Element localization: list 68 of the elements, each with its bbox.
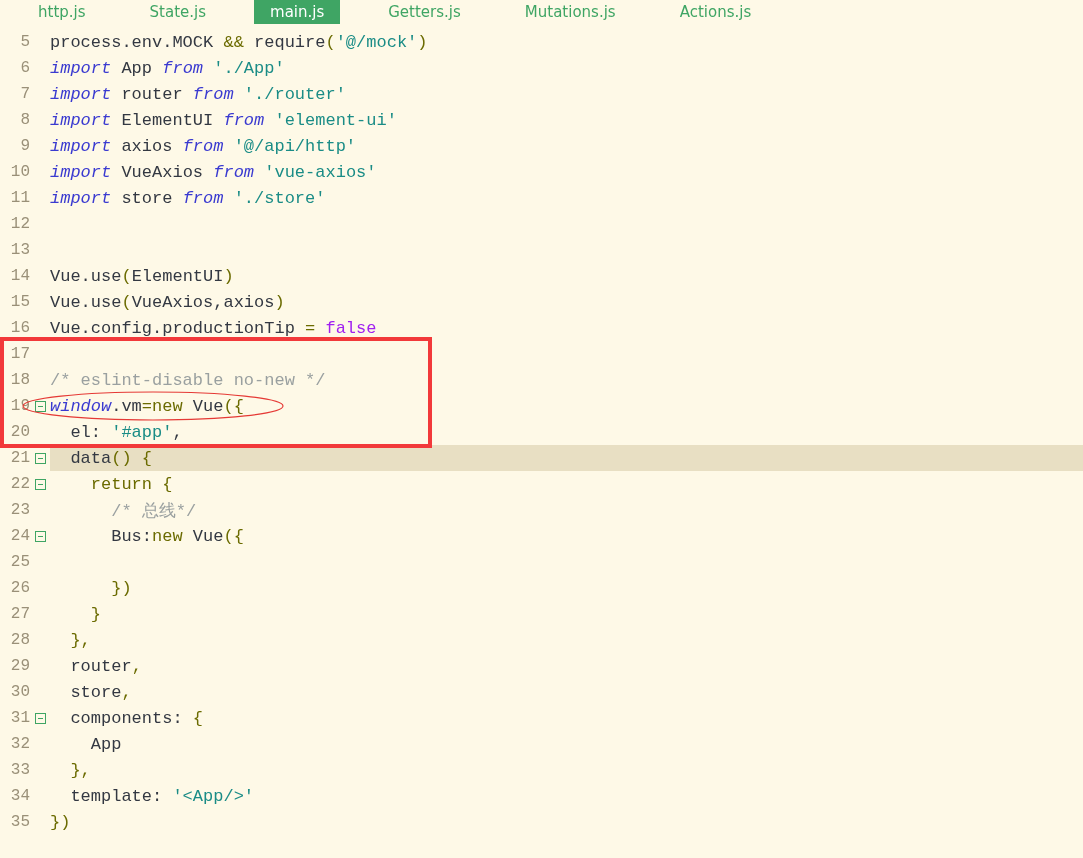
code-line: return { xyxy=(89,474,173,494)
line-number: 14 xyxy=(9,267,30,285)
line-number: 9 xyxy=(19,137,30,155)
file-tab[interactable]: Actions.js xyxy=(663,0,768,24)
code-line: } xyxy=(89,604,101,624)
code-line: import router from './router' xyxy=(50,84,346,104)
line-number: 20 xyxy=(9,423,30,441)
line-number: 5 xyxy=(19,33,30,51)
line-number: 30 xyxy=(9,683,30,701)
line-number: 34 xyxy=(9,787,30,805)
file-tab[interactable]: main.js xyxy=(254,0,341,24)
line-number: 11 xyxy=(9,189,30,207)
line-number: 21 xyxy=(9,449,30,467)
line-number: 12 xyxy=(9,215,30,233)
code-line: }, xyxy=(69,760,91,780)
line-number: 7 xyxy=(19,85,30,103)
code-line: /* 总线*/ xyxy=(110,500,197,522)
code-line: data() { xyxy=(69,448,153,468)
line-number: 33 xyxy=(9,761,30,779)
code-line: window.vm=new Vue({ xyxy=(50,396,244,416)
code-line: import App from './App' xyxy=(50,58,285,78)
line-number: 18 xyxy=(9,371,30,389)
collapse-icon[interactable] xyxy=(34,530,46,542)
code-line: Bus:new Vue({ xyxy=(110,526,244,546)
line-number: 6 xyxy=(19,59,30,77)
line-number: 22 xyxy=(9,475,30,493)
code-line: import axios from '@/api/http' xyxy=(50,136,357,156)
code-line: Vue.config.productionTip = false xyxy=(50,318,377,338)
line-number: 10 xyxy=(9,163,30,181)
code-line: store, xyxy=(69,682,132,702)
line-number: 26 xyxy=(9,579,30,597)
code-line: import VueAxios from 'vue-axios' xyxy=(50,162,377,182)
code-line: Vue.use(ElementUI) xyxy=(50,266,234,286)
code-line: }) xyxy=(50,812,71,832)
code-line: process.env.MOCK && require('@/mock') xyxy=(50,32,428,52)
code-line: el: '#app', xyxy=(69,422,183,442)
code-line: /* eslint-disable no-new */ xyxy=(50,370,326,390)
code-line: }) xyxy=(110,578,132,598)
collapse-icon[interactable] xyxy=(34,400,46,412)
line-number: 25 xyxy=(9,553,30,571)
code-line: import store from './store' xyxy=(50,188,326,208)
collapse-icon[interactable] xyxy=(34,712,46,724)
line-number: 15 xyxy=(9,293,30,311)
collapse-icon[interactable] xyxy=(34,452,46,464)
code-line: App xyxy=(89,734,122,754)
line-number: 23 xyxy=(9,501,30,519)
line-number: 32 xyxy=(9,735,30,753)
code-line: }, xyxy=(69,630,91,650)
line-number: 27 xyxy=(9,605,30,623)
line-number: 16 xyxy=(9,319,30,337)
file-tab[interactable]: http.js xyxy=(22,0,102,24)
collapse-icon[interactable] xyxy=(34,478,46,490)
code-line: import ElementUI from 'element-ui' xyxy=(50,110,397,130)
line-number: 8 xyxy=(19,111,30,129)
line-number: 31 xyxy=(9,709,30,727)
line-number: 35 xyxy=(9,813,30,831)
line-number: 13 xyxy=(9,241,30,259)
code-line: template: '<App/>' xyxy=(69,786,255,806)
code-line: Vue.use(VueAxios,axios) xyxy=(50,292,285,312)
file-tab[interactable]: Mutations.js xyxy=(508,0,632,24)
code-line: components: { xyxy=(69,708,204,728)
line-number: 24 xyxy=(9,527,30,545)
file-tab[interactable]: State.js xyxy=(133,0,222,24)
file-tab[interactable]: Getters.js xyxy=(372,0,477,24)
line-number: 29 xyxy=(9,657,30,675)
code-line: router, xyxy=(69,656,142,676)
line-number: 28 xyxy=(9,631,30,649)
line-number: 17 xyxy=(9,345,30,363)
